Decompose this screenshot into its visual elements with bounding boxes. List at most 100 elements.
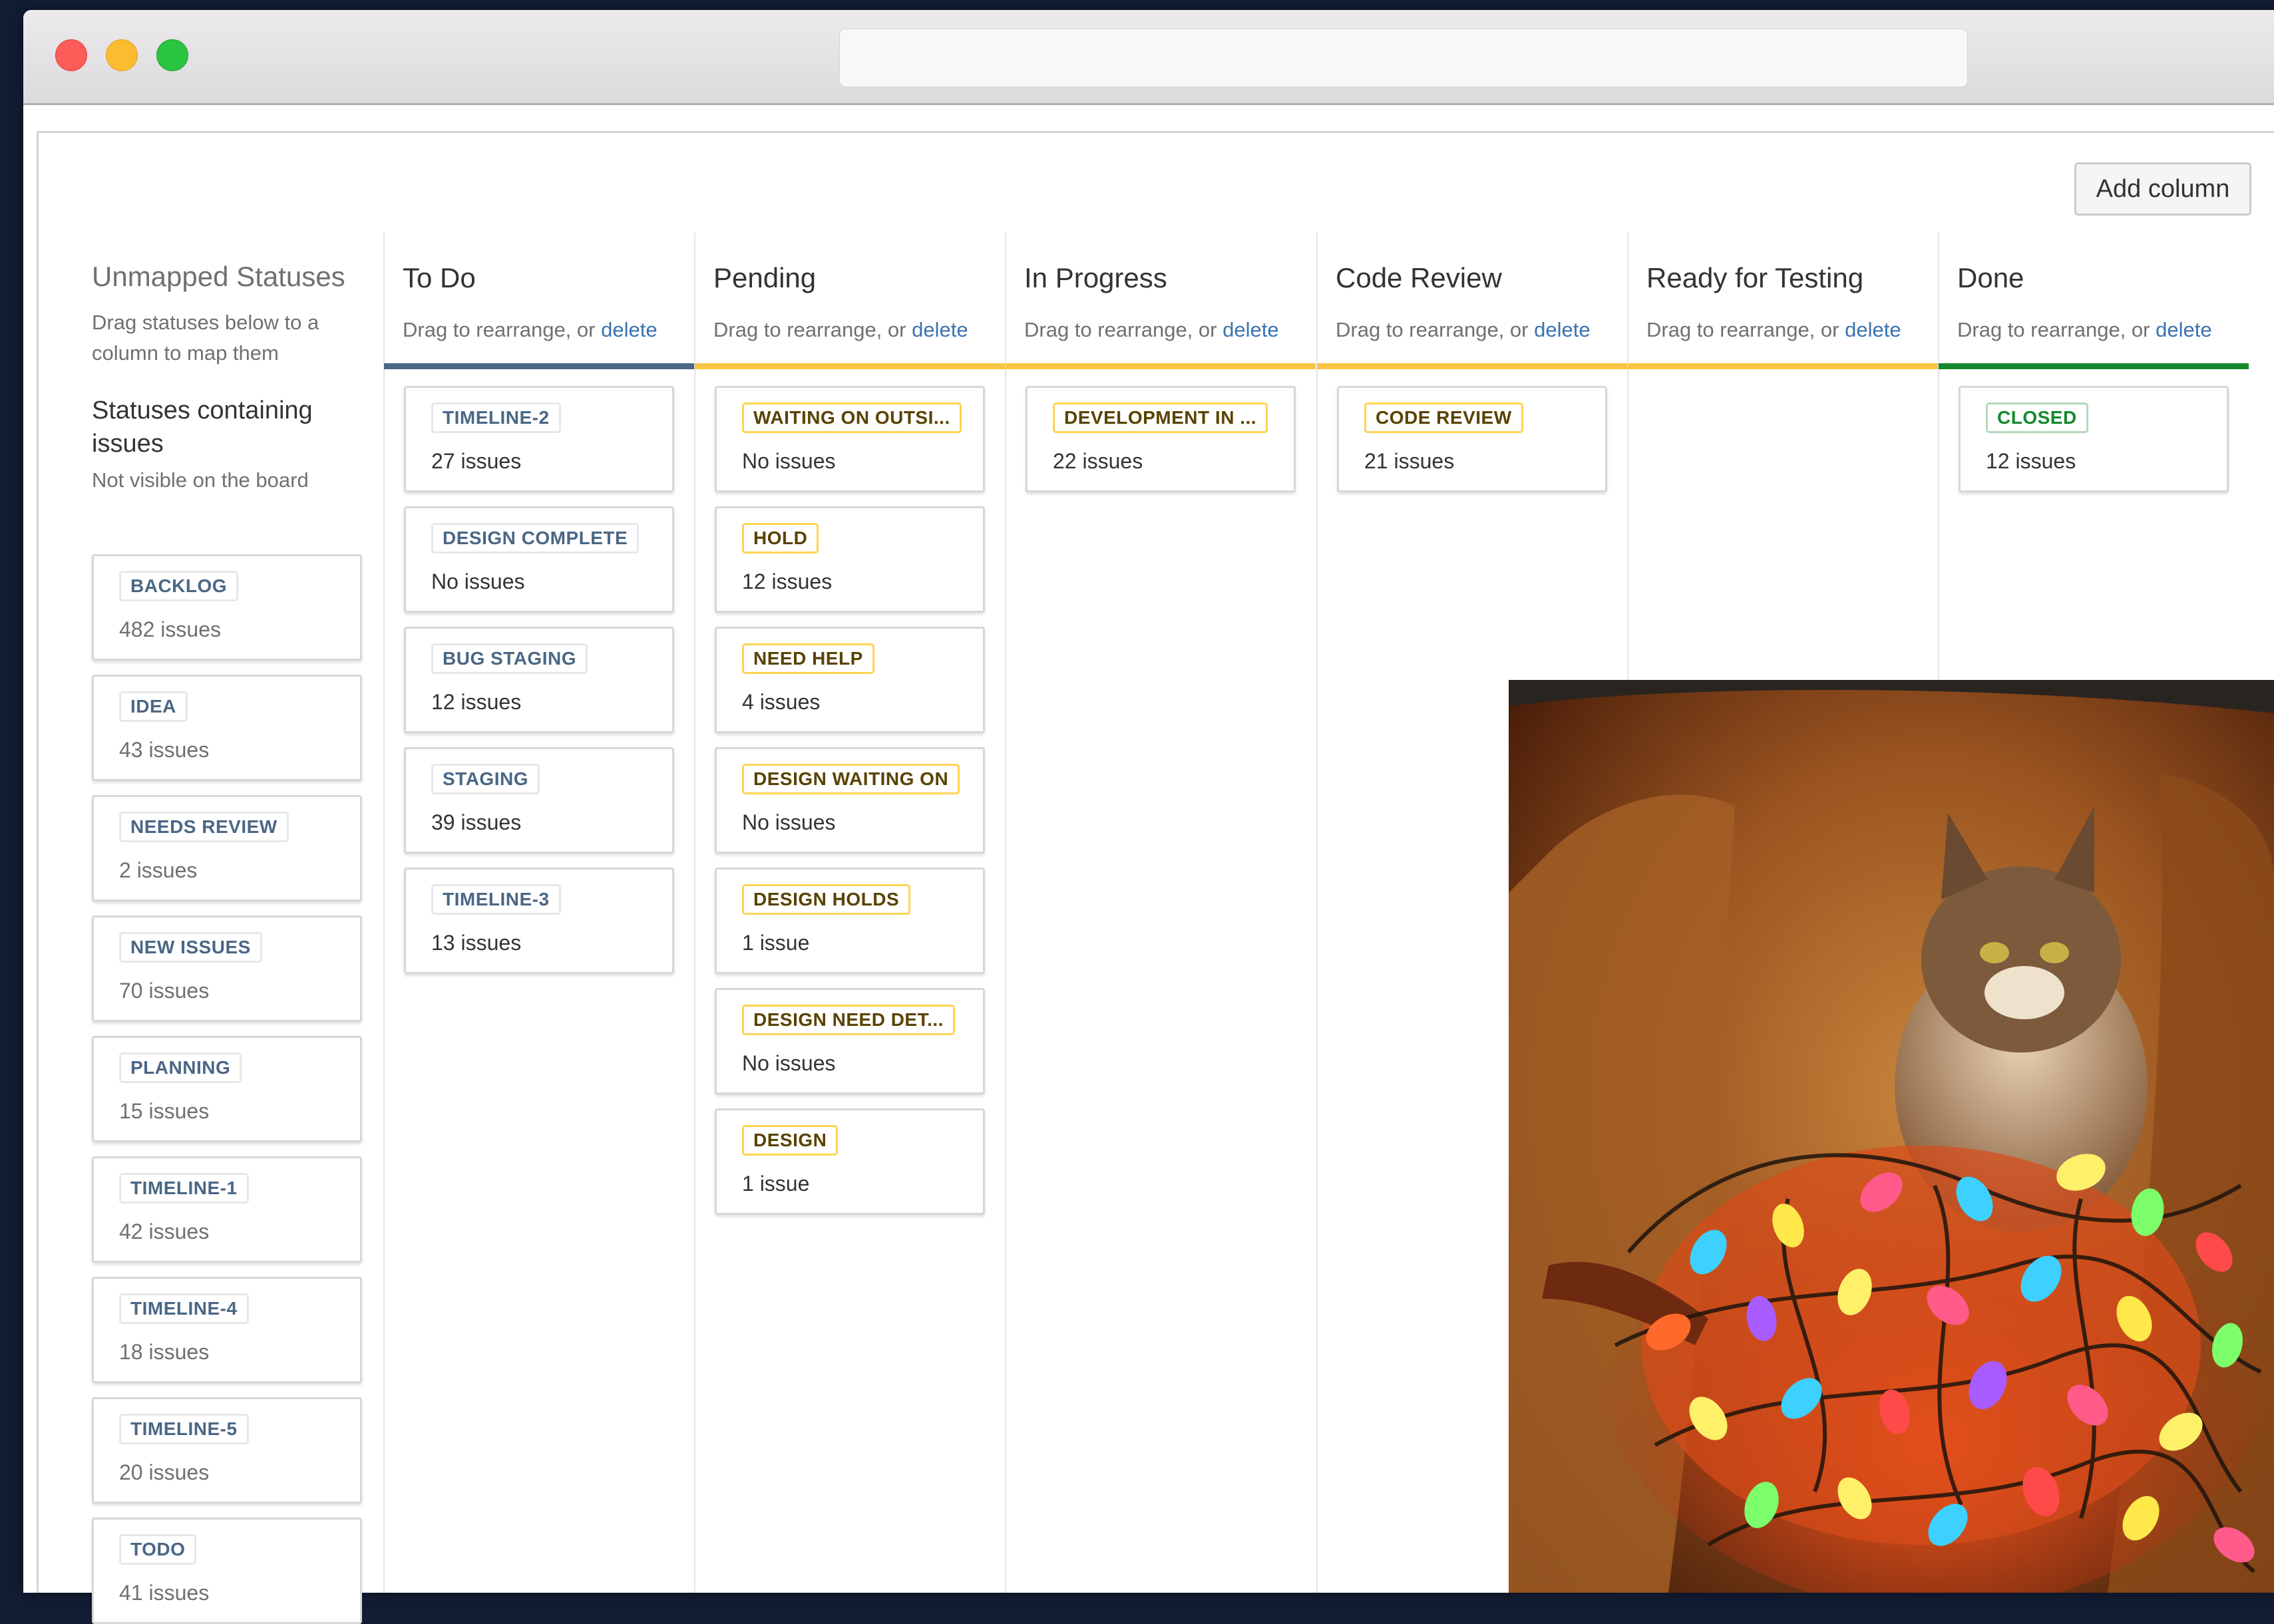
issue-count: No issues [742, 1051, 836, 1075]
unmapped-status-card[interactable]: NEW ISSUES 70 issues [92, 915, 362, 1022]
address-bar[interactable] [839, 29, 1968, 87]
status-lozenge: TIMELINE-2 [431, 403, 561, 433]
status-card[interactable]: STAGING 39 issues [404, 747, 674, 854]
status-lozenge: TIMELINE-4 [119, 1293, 249, 1324]
unmapped-status-card[interactable]: TODO 41 issues [92, 1518, 362, 1624]
column-description: Drag to rearrange, or delete [1024, 318, 1279, 342]
status-card[interactable]: CODE REVIEW 21 issues [1337, 386, 1607, 492]
status-lozenge: CODE REVIEW [1364, 403, 1523, 433]
status-lozenge: PLANNING [119, 1053, 242, 1083]
delete-column-link[interactable]: delete [1223, 318, 1278, 341]
status-card[interactable]: CLOSED 12 issues [1959, 386, 2229, 492]
issue-count: 22 issues [1053, 449, 1143, 473]
status-lozenge: NEED HELP [742, 643, 874, 674]
delete-column-link[interactable]: delete [2156, 318, 2211, 341]
column-divider [1005, 233, 1006, 1593]
column-status-bar [695, 363, 1005, 369]
issue-count: 15 issues [119, 1099, 210, 1123]
status-lozenge: TIMELINE-5 [119, 1414, 249, 1444]
status-lozenge: DESIGN NEED DET... [742, 1005, 955, 1035]
column-title[interactable]: Pending [713, 262, 816, 294]
status-card[interactable]: DESIGN WAITING ON No issues [715, 747, 985, 854]
status-lozenge: NEEDS REVIEW [119, 812, 289, 842]
column-divider [383, 233, 385, 1593]
status-lozenge: DESIGN HOLDS [742, 884, 911, 915]
status-lozenge: TIMELINE-1 [119, 1173, 249, 1204]
column-instructions: Drag to rearrange, or [403, 318, 596, 341]
status-card[interactable]: NEED HELP 4 issues [715, 627, 985, 733]
issue-count: 21 issues [1364, 449, 1455, 473]
status-lozenge: BACKLOG [119, 571, 239, 601]
column-description: Drag to rearrange, or delete [1646, 318, 1901, 342]
status-card[interactable]: DESIGN HOLDS 1 issue [715, 868, 985, 974]
column-instructions: Drag to rearrange, or [713, 318, 906, 341]
close-window-button[interactable] [55, 39, 87, 71]
column-title[interactable]: Done [1957, 262, 2024, 294]
status-lozenge: WAITING ON OUTSI... [742, 403, 962, 433]
cat-with-christmas-lights-photo [1509, 680, 2274, 1593]
column-status-bar [1939, 363, 2249, 369]
status-card[interactable]: TIMELINE-3 13 issues [404, 868, 674, 974]
delete-column-link[interactable]: delete [912, 318, 968, 341]
issue-count: 12 issues [431, 690, 522, 714]
unmapped-status-card[interactable]: PLANNING 15 issues [92, 1036, 362, 1142]
status-card[interactable]: HOLD 12 issues [715, 506, 985, 613]
column-instructions: Drag to rearrange, or [1957, 318, 2150, 341]
issue-count: 2 issues [119, 858, 198, 882]
column-title[interactable]: Code Review [1336, 262, 1502, 294]
status-card[interactable]: DESIGN NEED DET... No issues [715, 988, 985, 1094]
unmapped-status-card[interactable]: BACKLOG 482 issues [92, 554, 362, 661]
issue-count: 39 issues [431, 810, 522, 834]
issue-count: 1 issue [742, 1172, 810, 1196]
add-column-button[interactable]: Add column [2074, 162, 2251, 216]
minimize-window-button[interactable] [106, 39, 138, 71]
status-card[interactable]: DEVELOPMENT IN ... 22 issues [1026, 386, 1296, 492]
column-instructions: Drag to rearrange, or [1024, 318, 1217, 341]
unmapped-status-card[interactable]: TIMELINE-1 42 issues [92, 1156, 362, 1263]
not-visible-note: Not visible on the board [92, 468, 309, 492]
delete-column-link[interactable]: delete [1534, 318, 1590, 341]
issue-count: 27 issues [431, 449, 522, 473]
issue-count: No issues [742, 810, 836, 834]
delete-column-link[interactable]: delete [601, 318, 657, 341]
status-lozenge: IDEA [119, 691, 188, 722]
unmapped-title: Unmapped Statuses [92, 261, 345, 292]
status-lozenge: BUG STAGING [431, 643, 588, 674]
issue-count: 42 issues [119, 1219, 210, 1243]
status-lozenge: DESIGN [742, 1125, 839, 1156]
status-lozenge: DEVELOPMENT IN ... [1053, 403, 1268, 433]
status-card[interactable]: DESIGN COMPLETE No issues [404, 506, 674, 613]
status-card[interactable]: WAITING ON OUTSI... No issues [715, 386, 985, 492]
column-title[interactable]: Ready for Testing [1646, 262, 1863, 294]
column-description: Drag to rearrange, or delete [403, 318, 658, 342]
unmapped-description: Drag statuses below to a column to map t… [92, 311, 319, 365]
issue-count: 13 issues [431, 931, 522, 955]
issue-count: 43 issues [119, 738, 210, 762]
status-card[interactable]: TIMELINE-2 27 issues [404, 386, 674, 492]
status-card[interactable]: BUG STAGING 12 issues [404, 627, 674, 733]
column-title[interactable]: To Do [403, 262, 476, 294]
unmapped-status-card[interactable]: TIMELINE-4 18 issues [92, 1277, 362, 1383]
column-instructions: Drag to rearrange, or [1336, 318, 1529, 341]
issue-count: 4 issues [742, 690, 821, 714]
issue-count: No issues [431, 569, 525, 593]
maximize-window-button[interactable] [156, 39, 188, 71]
unmapped-status-card[interactable]: NEEDS REVIEW 2 issues [92, 795, 362, 901]
status-lozenge: DESIGN WAITING ON [742, 764, 960, 794]
unmapped-status-card[interactable]: TIMELINE-5 20 issues [92, 1397, 362, 1504]
status-lozenge: CLOSED [1986, 403, 2088, 433]
unmapped-status-card[interactable]: IDEA 43 issues [92, 675, 362, 781]
issue-count: 12 issues [742, 569, 833, 593]
column-title[interactable]: In Progress [1024, 262, 1167, 294]
issue-count: 41 issues [119, 1581, 210, 1605]
column-status-bar [384, 363, 694, 369]
column-description: Drag to rearrange, or delete [713, 318, 968, 342]
delete-column-link[interactable]: delete [1845, 318, 1901, 341]
status-lozenge: HOLD [742, 523, 819, 554]
issue-count: 482 issues [119, 617, 221, 641]
status-lozenge: TODO [119, 1534, 197, 1565]
cat-photo-graphic [1509, 680, 2274, 1593]
issue-count: 70 issues [119, 979, 210, 1003]
issue-count: 1 issue [742, 931, 810, 955]
status-card[interactable]: DESIGN 1 issue [715, 1108, 985, 1215]
